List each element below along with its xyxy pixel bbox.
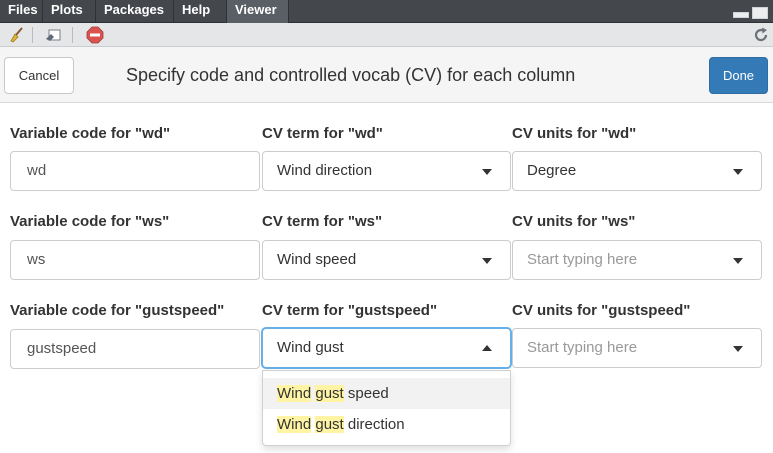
cv-term-label: CV term for "wd": [262, 125, 383, 142]
variable-code-label: Variable code for "gustspeed": [10, 302, 225, 319]
toolbar-separator: [72, 27, 73, 43]
tab-help[interactable]: Help: [174, 0, 227, 23]
tab-plots[interactable]: Plots: [43, 0, 96, 23]
cv-units-select[interactable]: Start typing here: [512, 240, 762, 280]
maximize-pane-icon[interactable]: [752, 7, 768, 19]
cv-units-select[interactable]: Degree: [512, 151, 762, 191]
cv-term-select[interactable]: Wind speed: [262, 240, 511, 280]
cv-units-label: CV units for "ws": [512, 213, 636, 230]
dropdown-option[interactable]: Wind gust direction: [263, 409, 510, 440]
option-text: speed: [343, 385, 389, 402]
viewer-toolbar: [0, 23, 773, 47]
tab-packages[interactable]: Packages: [96, 0, 174, 23]
cv-term-select[interactable]: Wind direction: [262, 151, 511, 191]
done-button[interactable]: Done: [709, 57, 768, 94]
variable-code-input[interactable]: gustspeed: [10, 329, 260, 369]
cv-units-label: CV units for "gustspeed": [512, 302, 691, 319]
dropdown-option[interactable]: Wind gust speed: [263, 378, 510, 409]
chevron-down-icon: [482, 169, 492, 175]
variable-code-input[interactable]: ws: [10, 240, 260, 280]
chevron-down-icon: [733, 346, 743, 352]
cv-term-label: CV term for "ws": [262, 213, 383, 230]
toolbar-separator: [32, 27, 33, 43]
option-text: direction: [343, 416, 405, 433]
tab-viewer[interactable]: Viewer: [227, 0, 289, 23]
cv-term-value: Wind gust: [277, 339, 344, 356]
cv-term-label: CV term for "gustspeed": [262, 302, 438, 319]
chevron-down-icon: [733, 258, 743, 264]
variable-code-label: Variable code for "wd": [10, 125, 171, 142]
match-highlight: Wind: [277, 416, 312, 433]
match-highlight: gust: [315, 385, 344, 402]
chevron-down-icon: [482, 258, 492, 264]
tab-files[interactable]: Files: [0, 0, 43, 23]
modal-header: Cancel Specify code and controlled vocab…: [0, 47, 773, 103]
match-highlight: Wind: [277, 385, 312, 402]
pane-tab-bar: Files Plots Packages Help Viewer: [0, 0, 773, 23]
cv-units-placeholder: Start typing here: [527, 339, 638, 356]
cv-units-label: CV units for "wd": [512, 125, 637, 142]
cv-term-dropdown-menu: Wind gust speed Wind gust direction: [262, 370, 511, 446]
minimize-pane-icon[interactable]: [733, 12, 749, 18]
cv-units-placeholder: Start typing here: [527, 251, 638, 268]
cv-units-select[interactable]: Start typing here: [512, 328, 762, 368]
cv-term-value: Wind direction: [277, 162, 373, 179]
cv-term-select[interactable]: Wind gust: [262, 328, 511, 368]
page-title: Specify code and controlled vocab (CV) f…: [126, 65, 576, 85]
chevron-up-icon: [482, 345, 492, 351]
broom-icon[interactable]: [8, 26, 26, 44]
refresh-icon[interactable]: [752, 26, 770, 44]
chevron-down-icon: [733, 169, 743, 175]
cv-term-value: Wind speed: [277, 251, 357, 268]
variable-code-label: Variable code for "ws": [10, 213, 170, 230]
cv-units-value: Degree: [527, 162, 577, 179]
variable-code-input[interactable]: wd: [10, 151, 260, 191]
match-highlight: gust: [315, 416, 344, 433]
clear-viewer-icon[interactable]: [44, 26, 62, 44]
stop-icon[interactable]: [86, 26, 104, 44]
cancel-button[interactable]: Cancel: [4, 57, 74, 94]
